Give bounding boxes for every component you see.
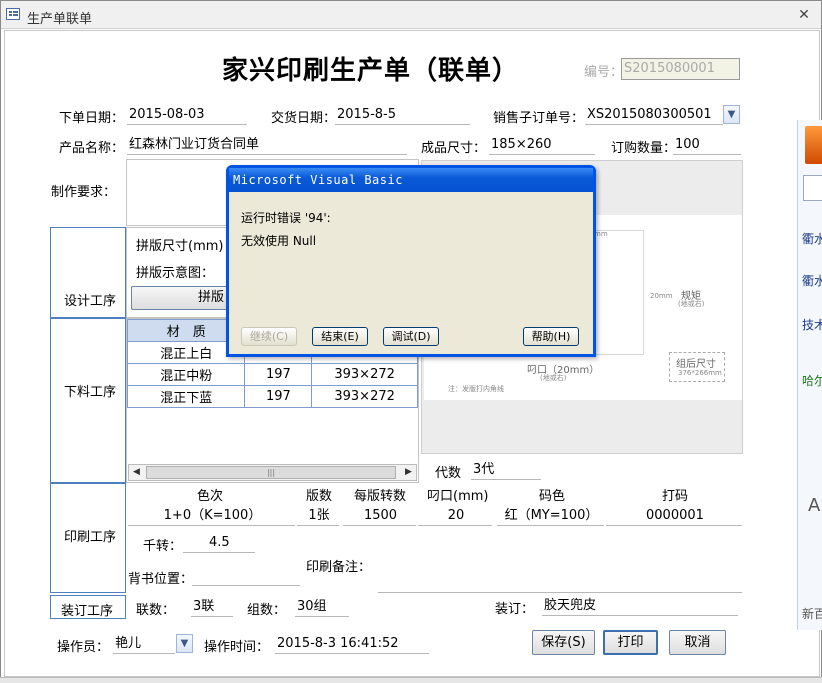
binding-field[interactable]: 胶天兜皮 [542,597,738,616]
chevron-down-icon[interactable]: ▼ [176,634,193,653]
title-bar: 生产单联单 ✕ [1,1,821,29]
diagram-note: 注：发版打内角线 [448,385,504,393]
requirement-label: 制作要求： [51,185,117,200]
product-label: 产品名称： [59,141,125,156]
diagram-combined-sub: 376*266mm [678,369,722,377]
window-title: 生产单联单 [27,12,93,27]
background-app-panel: 衢水 衢水 技术 哈尔 A 新百 [797,120,822,630]
delivery-date-field[interactable]: 2015-8-5 [335,106,470,125]
cell-material[interactable]: 混正中粉 [126,363,246,386]
delivery-date-label: 交货日期： [271,111,337,126]
plates-field[interactable]: 1张 [297,507,339,526]
per-plate-field[interactable]: 1500 [343,507,416,526]
colors-field[interactable]: 1+0（K=100） [128,507,295,526]
sub-order-label: 销售子订单号： [493,111,585,126]
chat-icon [803,175,822,201]
cell-material[interactable]: 混正下蓝 [126,385,246,408]
end-button[interactable]: 结束(E) [312,327,368,346]
size-field[interactable]: 185×260 [489,136,595,155]
app-logo-icon [805,126,822,164]
scroll-left-icon[interactable]: ◀ [129,465,144,480]
product-field[interactable]: 红森林门业订货合同单 [127,136,407,155]
error-dialog: Microsoft Visual Basic 运行时错误 '94': 无效使用 … [226,165,596,357]
order-date-label: 下单日期： [59,111,125,126]
scroll-right-icon[interactable]: ▶ [401,465,416,480]
design-section-label: 设计工序 [64,294,117,309]
side-text-line: 哈尔 [802,374,822,388]
chevron-down-icon[interactable]: ▼ [723,105,740,124]
plates-header: 版数 [306,489,333,504]
copies-label: 联数： [136,603,176,618]
binding-label: 装订： [495,602,535,617]
kilo-label: 千转： [143,539,183,554]
debug-button[interactable]: 调试(D) [383,327,439,346]
print-notes-label: 印刷备注： [306,560,372,575]
numbering-field[interactable]: 0000001 [606,507,742,526]
diagram-gauge-sub: (地或右) [678,300,705,308]
serial-field[interactable]: S2015080001 [621,58,740,80]
back-position-field[interactable] [192,567,300,586]
numbering-header: 打码 [662,489,689,504]
diagram-dim-label: mm [594,230,608,238]
size-label: 成品尺寸： [421,141,487,156]
back-position-label: 背书位置： [128,572,194,587]
continue-button[interactable]: 继续(C) [241,327,297,346]
font-a-icon: A [808,495,821,516]
cell-weight[interactable]: 197 [244,385,313,408]
generations-label: 代数 [435,466,462,481]
table-row[interactable]: 混正中粉 197 393×272 [126,363,418,386]
side-text-line: 技术 [802,318,822,332]
imposition-size-label: 拼版尺寸(mm) [136,239,224,254]
order-date-field[interactable]: 2015-08-03 [127,106,247,125]
table-row[interactable]: 混正下蓝 197 393×272 [126,385,418,408]
qty-field[interactable]: 100 [673,136,741,155]
side-text-line: 新百 [802,607,822,621]
operator-label: 操作员： [57,640,110,655]
save-button[interactable]: 保存(S) [532,630,595,655]
diagram-dim-label: 20mm [650,292,673,300]
cell-size[interactable]: 393×272 [311,385,418,408]
form-icon [6,8,20,20]
side-text-line: 衢水 [802,274,822,288]
mouth-header: 叼口(mm) [427,489,489,504]
cancel-button[interactable]: 取消 [669,630,726,655]
imposition-diagram-label: 拼版示意图： [136,266,215,281]
mouth-field[interactable]: 20 [418,507,492,526]
groups-field[interactable]: 30组 [295,598,349,617]
page-title: 家兴印刷生产单（联单） [222,56,520,86]
status-strip [0,677,822,683]
close-icon[interactable]: ✕ [795,6,813,24]
code-color-field[interactable]: 红（MY=100） [497,507,604,526]
qty-label: 订购数量： [611,141,677,156]
code-color-header: 码色 [539,489,566,504]
binding-section-label: 装订工序 [61,604,114,619]
op-time-field[interactable]: 2015-8-3 16:41:52 [275,635,429,654]
dialog-title: Microsoft Visual Basic [229,168,593,192]
cell-size[interactable]: 393×272 [311,363,418,386]
diagram-mouth-sub: (地或右) [540,374,567,382]
operator-field[interactable]: 艳儿 [113,635,175,654]
generations-field[interactable]: 3代 [471,461,541,480]
diagram-combined-label: 组后尺寸 [676,359,716,370]
scroll-thumb[interactable]: ||| [146,466,396,479]
print-section-label: 印刷工序 [64,530,117,545]
op-time-label: 操作时间： [204,640,270,655]
print-button[interactable]: 打印 [603,630,658,655]
sub-order-field[interactable]: XS2015080300501 [585,106,723,125]
horizontal-scrollbar[interactable]: ◀ ||| ▶ [128,464,417,481]
copies-field[interactable]: 3联 [191,598,233,617]
serial-label: 编号： [584,65,624,80]
colors-header: 色次 [197,489,224,504]
help-button[interactable]: 帮助(H) [523,327,579,346]
side-text-line: 衢水 [802,232,822,246]
print-notes-field[interactable] [378,574,742,593]
dialog-message-line-2: 无效使用 Null [241,234,317,248]
cell-weight[interactable]: 197 [244,363,313,386]
cutting-section-label: 下料工序 [64,385,117,400]
groups-label: 组数： [247,603,287,618]
kilo-field[interactable]: 4.5 [183,534,255,553]
dialog-message-line-1: 运行时错误 '94': [241,211,331,225]
cutting-section-box [50,318,126,483]
per-plate-header: 每版转数 [354,489,407,504]
